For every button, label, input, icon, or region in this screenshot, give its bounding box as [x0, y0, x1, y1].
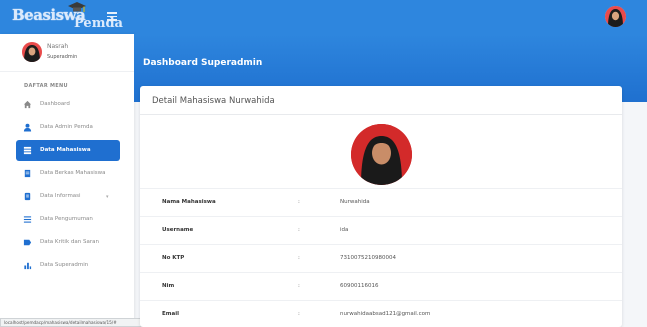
browser-status-url: localhost/pemdacp/mahasiswa/detailmahasi…: [0, 318, 152, 327]
sidebar-item-data-pengumuman[interactable]: Data Pengumuman: [16, 209, 120, 230]
sidebar-user-panel: Nasrah Superadmin: [0, 34, 134, 72]
feedback-icon: [23, 239, 32, 246]
divider: [140, 114, 622, 115]
info-icon: [24, 192, 31, 201]
sidebar-item-dashboard[interactable]: Dashboard: [16, 94, 120, 115]
user-icon: [23, 123, 32, 132]
field-value: nurwahidaabsad121@gmail.com: [340, 311, 431, 317]
sidebar-item-data-kritik-dan-saran[interactable]: Data Kritik dan Saran: [16, 232, 120, 253]
sidebar-user-name: Nasrah: [47, 43, 69, 50]
chevron-down-icon: ▾: [106, 194, 109, 200]
detail-row-no-ktp: No KTP : 7310075210980004: [140, 244, 622, 272]
field-value: 7310075210980004: [340, 255, 396, 261]
user-avatar[interactable]: [605, 6, 626, 27]
sidebar-item-label: Data Pengumuman: [40, 216, 93, 222]
page-title: Dashboard Superadmin: [143, 58, 263, 68]
list-icon: [23, 216, 32, 223]
field-separator: :: [298, 199, 300, 205]
sidebar-item-data-mahasiswa[interactable]: Data Mahasiswa: [16, 140, 120, 161]
sidebar-item-label: Dashboard: [40, 101, 70, 107]
field-label: Nama Mahasiswa: [162, 199, 216, 205]
sidebar: Nasrah Superadmin DAFTAR MENU Dashboard …: [0, 34, 134, 327]
field-label: Nim: [162, 283, 175, 289]
field-value: 60900116016: [340, 283, 379, 289]
sidebar-item-label: Data Mahasiswa: [40, 147, 91, 153]
field-separator: :: [298, 283, 300, 289]
sidebar-item-data-informasi[interactable]: Data Informasi ▾: [16, 186, 120, 207]
avatar-image: [605, 6, 626, 27]
sidebar-item-data-superadmin[interactable]: Data Superadmin: [16, 255, 120, 276]
field-label: Email: [162, 311, 179, 317]
field-label: Username: [162, 227, 194, 233]
field-value: ida: [340, 227, 349, 233]
sidebar-avatar: [22, 42, 42, 62]
sidebar-toggle-icon[interactable]: [107, 12, 117, 21]
graduation-cap-icon: [68, 2, 86, 12]
dashboard-icon: [23, 100, 32, 109]
field-label: No KTP: [162, 255, 185, 261]
sidebar-item-label: Data Admin Pemda: [40, 124, 93, 130]
sidebar-item-label: Data Kritik dan Saran: [40, 239, 99, 245]
detail-card: Detail Mahasiswa Nurwahida Nama Mahasisw…: [140, 86, 622, 327]
menu-header: DAFTAR MENU: [24, 83, 68, 89]
students-icon: [23, 146, 32, 155]
detail-row-nama: Nama Mahasiswa : Nurwahida: [140, 188, 622, 216]
file-icon: [24, 169, 31, 178]
field-separator: :: [298, 311, 300, 317]
sidebar-item-label: Data Informasi: [40, 193, 81, 199]
sidebar-user-role: Superadmin: [47, 54, 78, 60]
sidebar-item-label: Data Superadmin: [40, 262, 89, 268]
field-separator: :: [298, 227, 300, 233]
field-separator: :: [298, 255, 300, 261]
superadmin-icon: [24, 262, 32, 270]
sidebar-item-data-berkas-mahasiswa[interactable]: Data Berkas Mahasiswa: [16, 163, 120, 184]
detail-row-email: Email : nurwahidaabsad121@gmail.com: [140, 300, 622, 327]
card-title: Detail Mahasiswa Nurwahida: [152, 96, 275, 106]
student-photo: [351, 124, 412, 185]
detail-row-username: Username : ida: [140, 216, 622, 244]
sidebar-item-label: Data Berkas Mahasiswa: [40, 170, 106, 176]
field-value: Nurwahida: [340, 199, 370, 205]
detail-row-nim: Nim : 60900116016: [140, 272, 622, 300]
sidebar-item-data-admin-pemda[interactable]: Data Admin Pemda: [16, 117, 120, 138]
top-navbar: Beasiswa Pemda: [0, 0, 647, 34]
